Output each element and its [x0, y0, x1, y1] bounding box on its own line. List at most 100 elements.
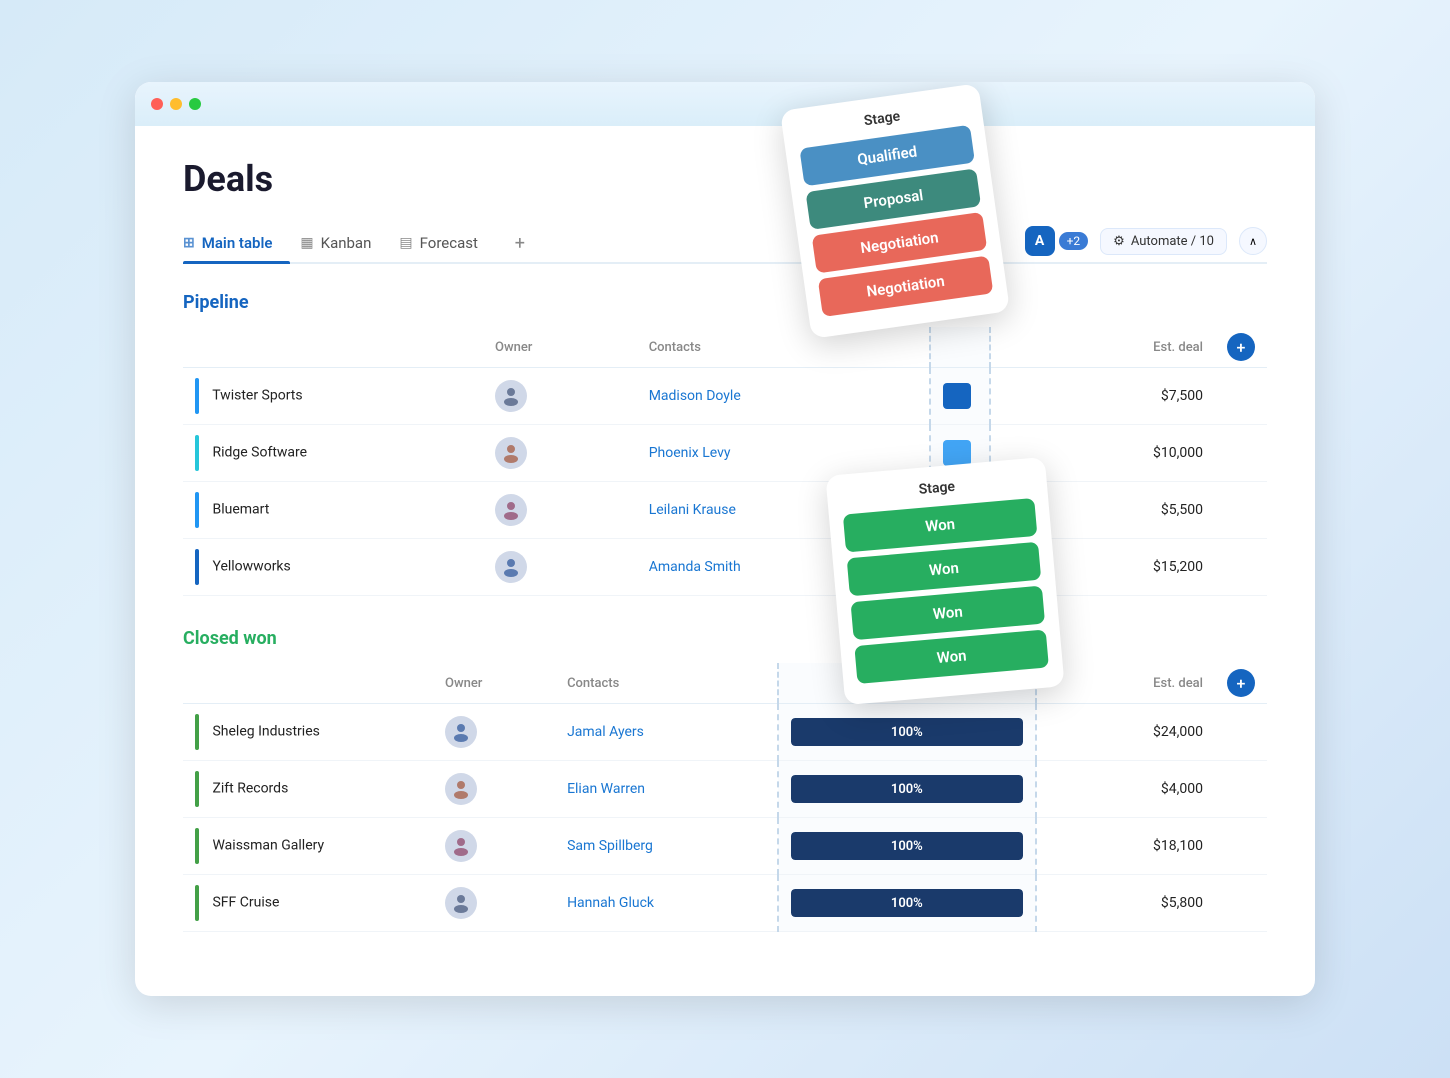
owner-avatar [445, 773, 477, 805]
dot-green[interactable] [189, 98, 201, 110]
cw-row4-est-deal: $5,800 [1036, 875, 1215, 932]
table-row: Twister Sports Madison Doyle $7,500 [183, 368, 1267, 425]
cw-row3-company: Waissman Gallery [183, 818, 433, 875]
stage-bar-1 [943, 383, 971, 409]
toolbar-right: A +2 ⚙ Automate / 10 ∧ [1025, 226, 1267, 256]
dot-red[interactable] [151, 98, 163, 110]
tab-main-table-label: Main table [202, 234, 273, 252]
window-chrome [135, 82, 1315, 126]
table-row: Bluemart Leilani Krause $5,500 [183, 482, 1267, 539]
pipeline-row3-company: Bluemart [183, 482, 483, 539]
pipeline-table: Owner Contacts Est. deal + Twister Sport… [183, 327, 1267, 596]
prob-bar: 100% [791, 775, 1023, 803]
cw-row4-owner [433, 875, 555, 932]
chevron-up-icon: ∧ [1249, 235, 1257, 248]
cw-row4-company: SFF Cruise [183, 875, 433, 932]
collapse-button[interactable]: ∧ [1239, 227, 1267, 255]
cw-col-add: + [1215, 663, 1267, 704]
pipeline-col-est-deal: Est. deal [990, 327, 1215, 368]
table-row: Waissman Gallery Sam Spillberg 100% [183, 818, 1267, 875]
add-tab-button[interactable]: + [506, 229, 534, 257]
pipeline-col-stage [930, 327, 990, 368]
avatar-plus: +2 [1059, 232, 1089, 250]
cw-add-col-button[interactable]: + [1227, 669, 1255, 697]
pipeline-col-contacts: Contacts [637, 327, 930, 368]
forecast-icon: ▤ [399, 235, 412, 251]
cw-col-contacts: Contacts [555, 663, 778, 704]
cw-row3-extra [1215, 818, 1267, 875]
pipeline-col-owner: Owner [483, 327, 637, 368]
window-body: Deals ⊞ Main table ▦ Kanban ▤ Forecast +… [135, 126, 1315, 996]
table-row: Ridge Software Phoenix Levy $10,000 [183, 425, 1267, 482]
cw-col-owner: Owner [433, 663, 555, 704]
stage-dropdown-bottom: Stage Won Won Won Won [825, 457, 1064, 705]
cw-row2-contact[interactable]: Elian Warren [555, 761, 778, 818]
page-title: Deals [183, 158, 1267, 200]
pipeline-row2-company: Ridge Software [183, 425, 483, 482]
stage-dropdown-top: + Stage Qualified Proposal Negotiation N… [780, 83, 1010, 339]
tab-forecast-label: Forecast [420, 234, 478, 252]
cw-row2-company: Zift Records [183, 761, 433, 818]
cw-row4-prob: 100% [778, 875, 1036, 932]
pipeline-row4-owner [483, 539, 637, 596]
pipeline-row4-extra [1215, 539, 1267, 596]
automate-button[interactable]: ⚙ Automate / 10 [1100, 228, 1227, 255]
prob-bar-container: 100% [791, 832, 1023, 860]
row-indicator [195, 714, 199, 750]
cw-row2-extra [1215, 761, 1267, 818]
row-indicator [195, 378, 199, 414]
pipeline-section-title: Pipeline [183, 292, 1267, 313]
cw-row2-owner [433, 761, 555, 818]
cw-row2-prob: 100% [778, 761, 1036, 818]
pipeline-row2-extra [1215, 425, 1267, 482]
pipeline-add-col-button[interactable]: + [1227, 333, 1255, 361]
cw-row3-est-deal: $18,100 [1036, 818, 1215, 875]
pipeline-col-company [183, 327, 483, 368]
cw-row3-contact[interactable]: Sam Spillberg [555, 818, 778, 875]
cw-row1-prob: 100% [778, 704, 1036, 761]
kanban-icon: ▦ [300, 235, 313, 251]
stage-bar-2 [943, 440, 971, 466]
pipeline-col-add: + [1215, 327, 1267, 368]
owner-avatar [495, 380, 527, 412]
cw-row2-est-deal: $4,000 [1036, 761, 1215, 818]
tab-kanban[interactable]: ▦ Kanban [300, 224, 389, 262]
pipeline-row1-company: Twister Sports [183, 368, 483, 425]
closed-won-section-title: Closed won [183, 628, 1267, 649]
table-row: Zift Records Elian Warren 100% [183, 761, 1267, 818]
table-row: Yellowworks Amanda Smith $15,200 [183, 539, 1267, 596]
avatar-cluster: A +2 [1025, 226, 1089, 256]
owner-avatar [495, 551, 527, 583]
tab-forecast[interactable]: ▤ Forecast [399, 224, 495, 262]
pipeline-row2-owner [483, 425, 637, 482]
closed-won-table: Owner Contacts Close probability Est. de… [183, 663, 1267, 932]
dot-yellow[interactable] [170, 98, 182, 110]
cw-row1-contact[interactable]: Jamal Ayers [555, 704, 778, 761]
pipeline-row1-owner [483, 368, 637, 425]
stage-option-won-4[interactable]: Won [854, 629, 1049, 684]
pipeline-row3-extra [1215, 482, 1267, 539]
owner-avatar [445, 887, 477, 919]
prob-bar-container: 100% [791, 775, 1023, 803]
owner-avatar [445, 830, 477, 862]
row-indicator [195, 492, 199, 528]
main-window: Deals ⊞ Main table ▦ Kanban ▤ Forecast +… [135, 82, 1315, 996]
cw-row1-owner [433, 704, 555, 761]
tabs-bar: ⊞ Main table ▦ Kanban ▤ Forecast + A +2 [183, 224, 1267, 264]
table-row: SFF Cruise Hannah Gluck 100% [183, 875, 1267, 932]
cw-row1-company: Sheleg Industries [183, 704, 433, 761]
row-indicator [195, 885, 199, 921]
row-indicator [195, 771, 199, 807]
avatar-initial: A [1035, 233, 1044, 249]
cw-row4-contact[interactable]: Hannah Gluck [555, 875, 778, 932]
pipeline-row3-owner [483, 482, 637, 539]
table-row: Sheleg Industries Jamal Ayers 100% [183, 704, 1267, 761]
avatar-shield: A [1025, 226, 1055, 256]
tab-main-table[interactable]: ⊞ Main table [183, 224, 290, 262]
row-indicator [195, 435, 199, 471]
prob-bar-container: 100% [791, 889, 1023, 917]
row-indicator [195, 828, 199, 864]
cw-row1-est-deal: $24,000 [1036, 704, 1215, 761]
cw-row1-extra [1215, 704, 1267, 761]
pipeline-row1-contact[interactable]: Madison Doyle [637, 368, 930, 425]
